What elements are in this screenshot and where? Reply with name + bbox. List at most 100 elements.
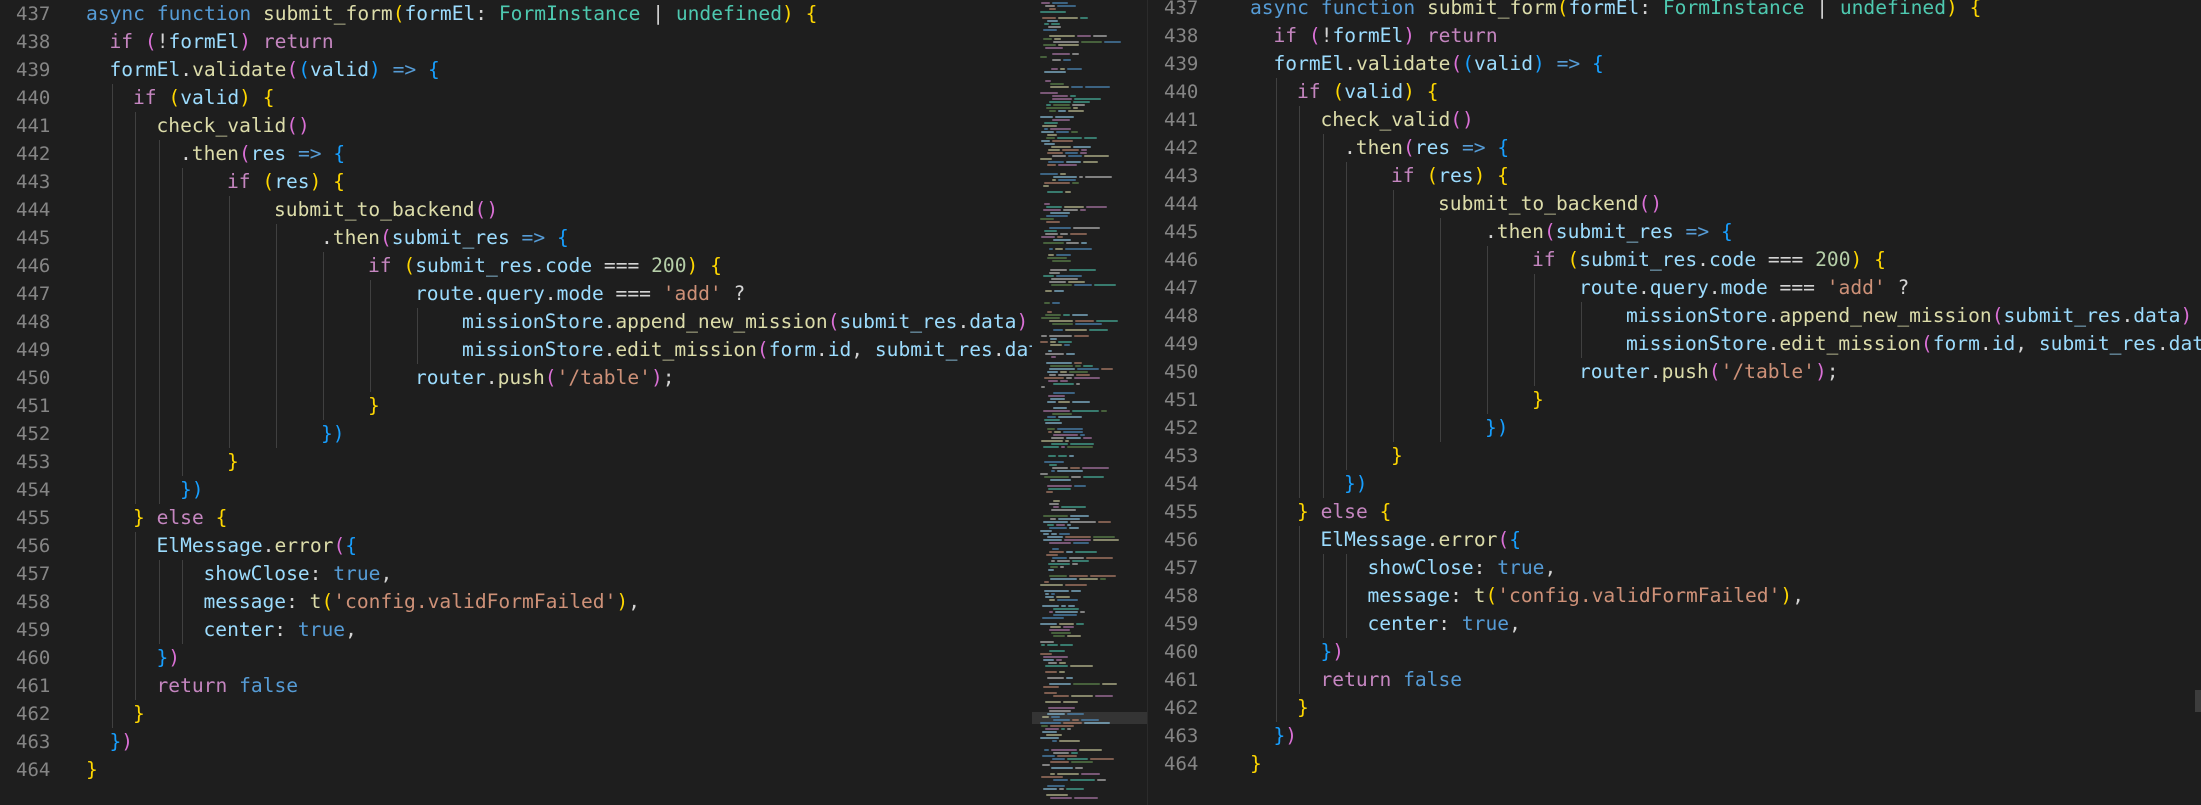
code-line[interactable]: missionStore.edit_mission(form.id, submi… <box>462 336 1032 364</box>
code-line[interactable]: check_valid() <box>1321 106 1474 134</box>
code-line[interactable]: route.query.mode === 'add' ? <box>415 280 745 308</box>
code-line[interactable]: submit_to_backend() <box>274 196 498 224</box>
code-token: : <box>286 590 310 613</box>
editor-pane-right[interactable]: 437 438 439 440 441 442 443 444 445 446 447 448 449 4… <box>1148 0 2201 805</box>
minimap-line <box>1057 470 1083 472</box>
code-line[interactable]: return false <box>157 672 299 700</box>
code-line[interactable]: }) <box>180 476 204 504</box>
code-line[interactable]: if (res) { <box>227 168 345 196</box>
code-line[interactable]: return false <box>1321 666 1463 694</box>
code-line[interactable]: }) <box>110 728 134 756</box>
code-line[interactable]: message: t('config.validFormFailed'), <box>1368 582 1804 610</box>
code-line[interactable]: if (valid) { <box>133 84 275 112</box>
code-line[interactable]: }) <box>1344 470 1368 498</box>
code-line[interactable]: }) <box>157 644 181 672</box>
code-line[interactable]: } <box>86 756 98 784</box>
minimap-line <box>1047 164 1056 166</box>
minimap-line <box>1080 434 1085 436</box>
code-token: else <box>1320 500 1380 523</box>
code-token: submit_res <box>391 226 510 249</box>
code-line[interactable]: formEl.validate((valid) => { <box>110 56 440 84</box>
minimap[interactable] <box>1032 0 1148 805</box>
code-token: ( <box>1497 528 1510 551</box>
code-line[interactable]: }) <box>1485 414 1509 442</box>
line-number: 446 <box>1164 249 1199 271</box>
code-line[interactable]: } <box>133 700 145 728</box>
minimap-line <box>1042 731 1057 733</box>
code-token: ) <box>616 590 629 613</box>
minimap-line <box>1044 377 1064 379</box>
code-line[interactable]: missionStore.append_new_mission(submit_r… <box>1626 302 2201 330</box>
code-token: ( <box>1402 136 1415 159</box>
code-token: validate <box>192 58 287 81</box>
code-line[interactable]: check_valid() <box>157 112 310 140</box>
code-token: code <box>544 254 593 277</box>
minimap-line <box>1084 155 1109 157</box>
code-line[interactable]: missionStore.edit_mission(form.id, submi… <box>1626 330 2201 358</box>
code-token: | <box>640 2 676 25</box>
code-line[interactable]: .then(submit_res => { <box>321 224 569 252</box>
code-line[interactable]: if (res) { <box>1391 162 1509 190</box>
code-line[interactable]: route.query.mode === 'add' ? <box>1579 274 1909 302</box>
code-line[interactable]: .then(res => { <box>180 140 345 168</box>
code-line[interactable]: if (valid) { <box>1297 78 1439 106</box>
code-line[interactable]: }) <box>1274 722 1298 750</box>
minimap-line <box>1076 374 1090 376</box>
code-line[interactable]: } <box>368 392 380 420</box>
indent-guide <box>323 252 324 420</box>
minimap-line <box>1056 254 1071 256</box>
code-token: error <box>274 534 334 557</box>
code-line[interactable]: ElMessage.error({ <box>157 532 358 560</box>
code-line[interactable]: async function submit_form(formEl: FormI… <box>86 0 817 28</box>
minimap-line <box>1067 635 1081 637</box>
code-line[interactable]: submit_to_backend() <box>1438 190 1662 218</box>
code-token: { <box>1379 500 1392 523</box>
editor-pane-left[interactable]: 437 438 439 440 441 442 443 444 445 446 447 448 449 4… <box>0 0 1032 805</box>
code-line[interactable]: center: true, <box>204 616 357 644</box>
minimap-line <box>1053 752 1069 754</box>
code-line[interactable]: } else { <box>1297 498 1391 526</box>
code-line[interactable]: if (!formEl) return <box>110 28 334 56</box>
line-number: 457 <box>16 563 51 585</box>
minimap-line <box>1044 692 1057 694</box>
code-token: if <box>1391 164 1427 187</box>
code-line[interactable]: if (submit_res.code === 200) { <box>1532 246 1886 274</box>
code-line[interactable]: if (!formEl) return <box>1274 22 1498 50</box>
code-line[interactable]: } <box>227 448 239 476</box>
code-line[interactable]: } <box>1250 750 1262 778</box>
code-token: { <box>1497 164 1509 187</box>
code-line[interactable]: .then(res => { <box>1344 134 1509 162</box>
code-line[interactable]: }) <box>321 420 345 448</box>
scrollbar-marker[interactable] <box>2195 690 2201 712</box>
code-line[interactable]: } <box>1391 442 1403 470</box>
code-line[interactable]: if (submit_res.code === 200) { <box>368 252 722 280</box>
code-line[interactable]: ElMessage.error({ <box>1321 526 1522 554</box>
minimap-line <box>1082 467 1109 469</box>
code-line[interactable]: router.push('/table'); <box>415 364 675 392</box>
code-line[interactable]: } <box>1297 694 1309 722</box>
code-line[interactable]: }) <box>1321 638 1345 666</box>
code-line[interactable]: center: true, <box>1368 610 1521 638</box>
code-line[interactable]: .then(submit_res => { <box>1485 218 1733 246</box>
code-line[interactable]: } else { <box>133 504 227 532</box>
code-line[interactable]: formEl.validate((valid) => { <box>1274 50 1604 78</box>
minimap-line <box>1043 209 1061 211</box>
line-number: 463 <box>16 731 51 753</box>
minimap-line <box>1072 182 1079 184</box>
code-token: : <box>2192 304 2201 327</box>
minimap-line <box>1096 320 1118 322</box>
code-line[interactable]: showClose: true, <box>1368 554 1557 582</box>
minimap-line <box>1052 119 1070 121</box>
code-token: ( <box>1332 80 1345 103</box>
code-token: ) <box>239 86 251 109</box>
code-line[interactable]: message: t('config.validFormFailed'), <box>204 588 640 616</box>
line-number: 445 <box>1164 221 1199 243</box>
code-line[interactable]: async function submit_form(formEl: FormI… <box>1250 0 1981 22</box>
code-line[interactable]: missionStore.append_new_mission(submit_r… <box>462 308 1032 336</box>
code-line[interactable]: } <box>1532 386 1544 414</box>
code-token: 200 <box>651 254 687 277</box>
code-line[interactable]: router.push('/table'); <box>1579 358 1839 386</box>
minimap-line <box>1044 419 1060 421</box>
code-line[interactable]: showClose: true, <box>204 560 393 588</box>
